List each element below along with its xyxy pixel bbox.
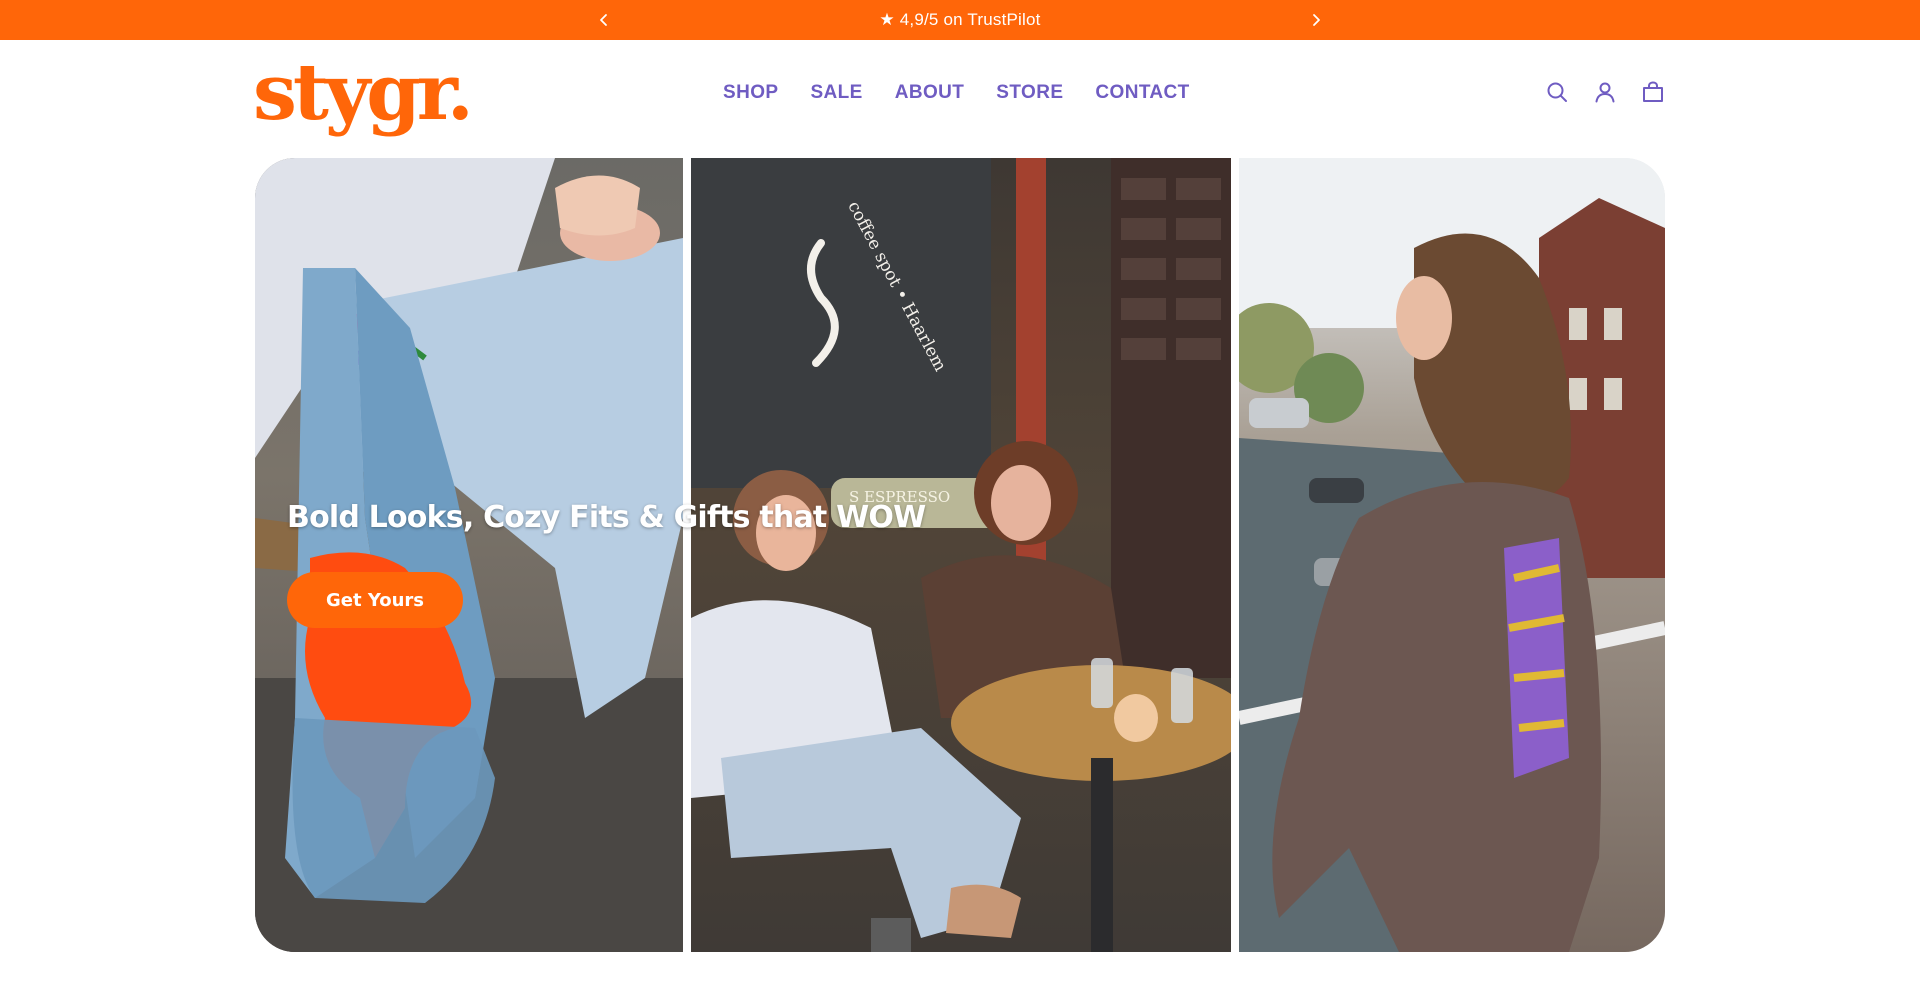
cart-icon: [1643, 81, 1663, 102]
hero-image-left: [255, 158, 683, 952]
nav-about[interactable]: ABOUT: [895, 82, 965, 104]
nav-sale[interactable]: SALE: [810, 82, 862, 104]
header-icons: [1545, 80, 1665, 104]
hero-banner: coffee spot • Haarlem S ESPRESSO Bold Lo…: [255, 158, 1665, 952]
announcement-text: ★ 4,9/5 on TrustPilot: [879, 10, 1041, 29]
brand-logo[interactable]: stygr.: [253, 54, 474, 132]
hero-image-center: coffee spot • Haarlem S ESPRESSO: [691, 158, 1231, 952]
hero-image-left-illustration: [255, 158, 683, 952]
nav-store[interactable]: STORE: [996, 82, 1063, 104]
hero-image-right: [1239, 158, 1665, 952]
site-header: stygr. SHOP SALE ABOUT STORE CONTACT: [0, 40, 1920, 158]
account-button[interactable]: [1593, 80, 1617, 104]
get-yours-button[interactable]: Get Yours: [287, 572, 463, 628]
search-button[interactable]: [1545, 80, 1569, 104]
nav-shop[interactable]: SHOP: [723, 82, 778, 104]
chevron-left-icon: [600, 14, 607, 26]
search-icon: [1547, 82, 1567, 102]
announcement-prev-button[interactable]: [588, 4, 620, 36]
chevron-right-icon: [1313, 14, 1320, 26]
main-nav: SHOP SALE ABOUT STORE CONTACT: [723, 82, 1190, 104]
hero-image-center-illustration: [691, 158, 1231, 952]
cart-button[interactable]: [1641, 80, 1665, 104]
hero-image-right-illustration: [1239, 158, 1665, 952]
nav-contact[interactable]: CONTACT: [1095, 82, 1189, 104]
announcement-next-button[interactable]: [1300, 4, 1332, 36]
hero-headline: Bold Looks, Cozy Fits & Gifts that WOW: [287, 500, 926, 535]
announcement-bar: ★ 4,9/5 on TrustPilot: [0, 0, 1920, 40]
account-icon: [1595, 82, 1615, 103]
